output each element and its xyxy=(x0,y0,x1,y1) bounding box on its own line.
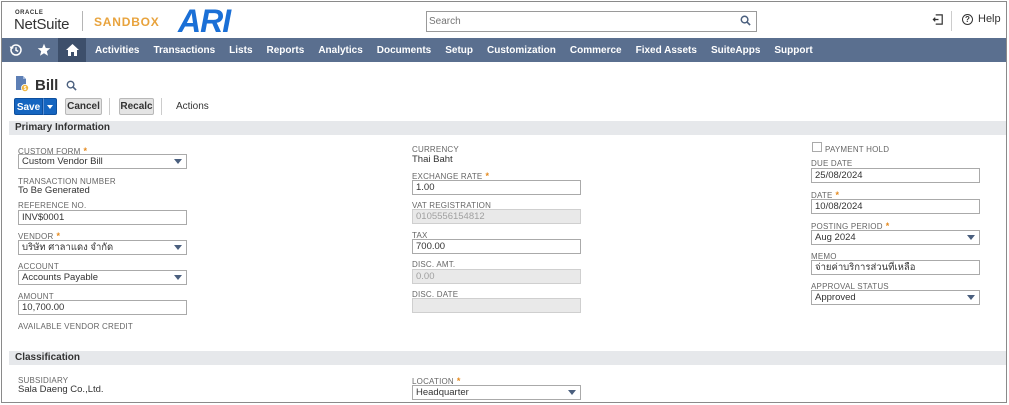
main-navigation: Activities Transactions Lists Reports An… xyxy=(2,38,1006,62)
account-select[interactable]: Accounts Payable xyxy=(18,270,187,285)
due-date-label: DUE DATE xyxy=(811,159,853,168)
nav-lists[interactable]: Lists xyxy=(222,45,259,56)
date-input[interactable]: 10/08/2024 xyxy=(811,199,980,214)
payment-hold-checkbox[interactable] xyxy=(812,142,822,152)
vendor-select[interactable]: บริษัท ศาลาแดง จำกัด xyxy=(18,240,187,255)
payment-hold-label: PAYMENT HOLD xyxy=(825,145,890,154)
nav-transactions[interactable]: Transactions xyxy=(146,45,222,56)
memo-input[interactable]: จ่ายค่าบริการส่วนที่เหลือ xyxy=(811,260,980,275)
nav-reports[interactable]: Reports xyxy=(260,45,312,56)
page-title: Bill xyxy=(35,76,59,94)
nav-documents[interactable]: Documents xyxy=(370,45,438,56)
disc-amt-label: DISC. AMT. xyxy=(412,260,456,269)
search-input[interactable] xyxy=(429,13,729,30)
save-dropdown-button[interactable] xyxy=(43,98,57,115)
location-select[interactable]: Headquarter xyxy=(412,385,581,400)
nav-setup[interactable]: Setup xyxy=(438,45,480,56)
nav-suiteapps[interactable]: SuiteApps xyxy=(704,45,767,56)
save-button[interactable]: Save xyxy=(14,98,43,115)
favorites-star-icon[interactable] xyxy=(30,38,58,62)
subsidiary-value: Sala Daeng Co.,Ltd. xyxy=(18,384,104,395)
sandbox-label: SANDBOX xyxy=(94,15,160,29)
help-label: Help xyxy=(978,13,1001,25)
help-icon: ? xyxy=(962,13,973,25)
home-icon[interactable] xyxy=(58,38,86,62)
section-classification[interactable]: Classification xyxy=(9,351,1006,365)
search-icon[interactable] xyxy=(740,15,751,29)
top-header: ORACLE NetSuite SANDBOX ARI ? Help xyxy=(2,2,1006,39)
available-vendor-credit-label: AVAILABLE VENDOR CREDIT xyxy=(18,322,133,331)
recent-records-back-icon[interactable] xyxy=(932,13,945,29)
recent-records-icon[interactable] xyxy=(2,38,30,62)
custom-form-select[interactable]: Custom Vendor Bill xyxy=(18,154,187,169)
nav-customization[interactable]: Customization xyxy=(480,45,563,56)
page-header: $ Bill xyxy=(15,75,77,95)
save-button-group: Save xyxy=(14,98,57,115)
netsuite-window: ORACLE NetSuite SANDBOX ARI ? Help xyxy=(1,1,1007,403)
action-divider xyxy=(109,98,110,115)
vat-registration-input: 0105556154812 xyxy=(412,209,581,224)
nav-fixed-assets[interactable]: Fixed Assets xyxy=(629,45,704,56)
actions-menu[interactable]: Actions xyxy=(176,101,209,112)
company-logo: ARI xyxy=(178,3,231,39)
action-divider xyxy=(161,98,162,115)
bill-record-icon: $ xyxy=(15,75,29,95)
record-search-icon[interactable] xyxy=(66,80,77,94)
nav-commerce[interactable]: Commerce xyxy=(563,45,629,56)
currency-value: Thai Baht xyxy=(412,154,453,165)
exchange-rate-input[interactable]: 1.00 xyxy=(412,180,581,195)
disc-date-input xyxy=(412,298,581,313)
approval-status-select[interactable]: Approved xyxy=(811,290,980,305)
header-divider xyxy=(951,11,952,31)
global-search[interactable] xyxy=(426,11,757,32)
reference-no-input[interactable]: INV$0001 xyxy=(18,210,187,225)
nav-support[interactable]: Support xyxy=(767,45,819,56)
disc-amt-input: 0.00 xyxy=(412,269,581,284)
transaction-number-value: To Be Generated xyxy=(18,185,90,196)
help-button[interactable]: ? Help xyxy=(962,13,1001,25)
posting-period-select[interactable]: Aug 2024 xyxy=(811,230,980,245)
recalc-button[interactable]: Recalc xyxy=(119,98,154,115)
amount-input[interactable]: 10,700.00 xyxy=(18,300,187,315)
nav-activities[interactable]: Activities xyxy=(88,45,146,56)
due-date-input[interactable]: 25/08/2024 xyxy=(811,168,980,183)
svg-text:$: $ xyxy=(24,86,27,92)
nav-analytics[interactable]: Analytics xyxy=(311,45,369,56)
currency-label: CURRENCY xyxy=(412,145,459,154)
cancel-button[interactable]: Cancel xyxy=(65,98,102,115)
tax-input[interactable]: 700.00 xyxy=(412,239,581,254)
reference-no-label: REFERENCE NO. xyxy=(18,201,87,210)
logo-divider xyxy=(82,11,83,31)
netsuite-logo[interactable]: NetSuite xyxy=(14,16,69,33)
section-primary-information[interactable]: Primary Information xyxy=(9,121,1006,135)
